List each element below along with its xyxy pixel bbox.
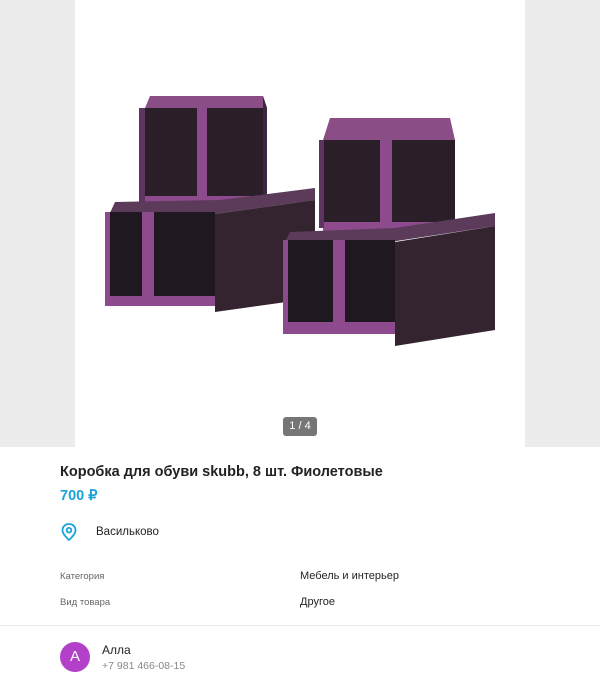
avatar: А (60, 642, 90, 672)
box-back-right (319, 118, 455, 231)
seller-info: Алла +7 981 466-08-15 (102, 643, 185, 672)
location-name: Васильково (96, 526, 159, 538)
listing-price: 700 ₽ (60, 488, 98, 504)
seller-phone[interactable]: +7 981 466-08-15 (102, 660, 185, 672)
listing-title: Коробка для обуви skubb, 8 шт. Фиолетовы… (60, 464, 383, 480)
photo-counter: 1 / 4 (283, 417, 317, 436)
seller-card[interactable]: А Алла +7 981 466-08-15 (0, 626, 600, 672)
location-row[interactable]: Васильково (60, 522, 540, 542)
listing-info: Коробка для обуви skubb, 8 шт. Фиолетовы… (0, 464, 600, 615)
properties-list: Категория Мебель и интерьер Вид товара Д… (60, 563, 540, 615)
property-value: Мебель и интерьер (300, 570, 399, 582)
property-key: Категория (60, 570, 105, 582)
seller-name: Алла (102, 642, 131, 657)
photo-gallery[interactable]: 1 / 4 (0, 0, 600, 447)
property-value: Другое (300, 596, 335, 608)
product-photo[interactable] (75, 0, 525, 447)
box-back-left (139, 96, 267, 205)
property-row-item-type: Вид товара Другое (60, 589, 540, 615)
map-pin-icon (61, 523, 77, 541)
property-key: Вид товара (60, 596, 111, 608)
box-front-right (283, 213, 495, 346)
shoe-boxes-image (105, 96, 495, 346)
property-row-category: Категория Мебель и интерьер (60, 563, 540, 589)
